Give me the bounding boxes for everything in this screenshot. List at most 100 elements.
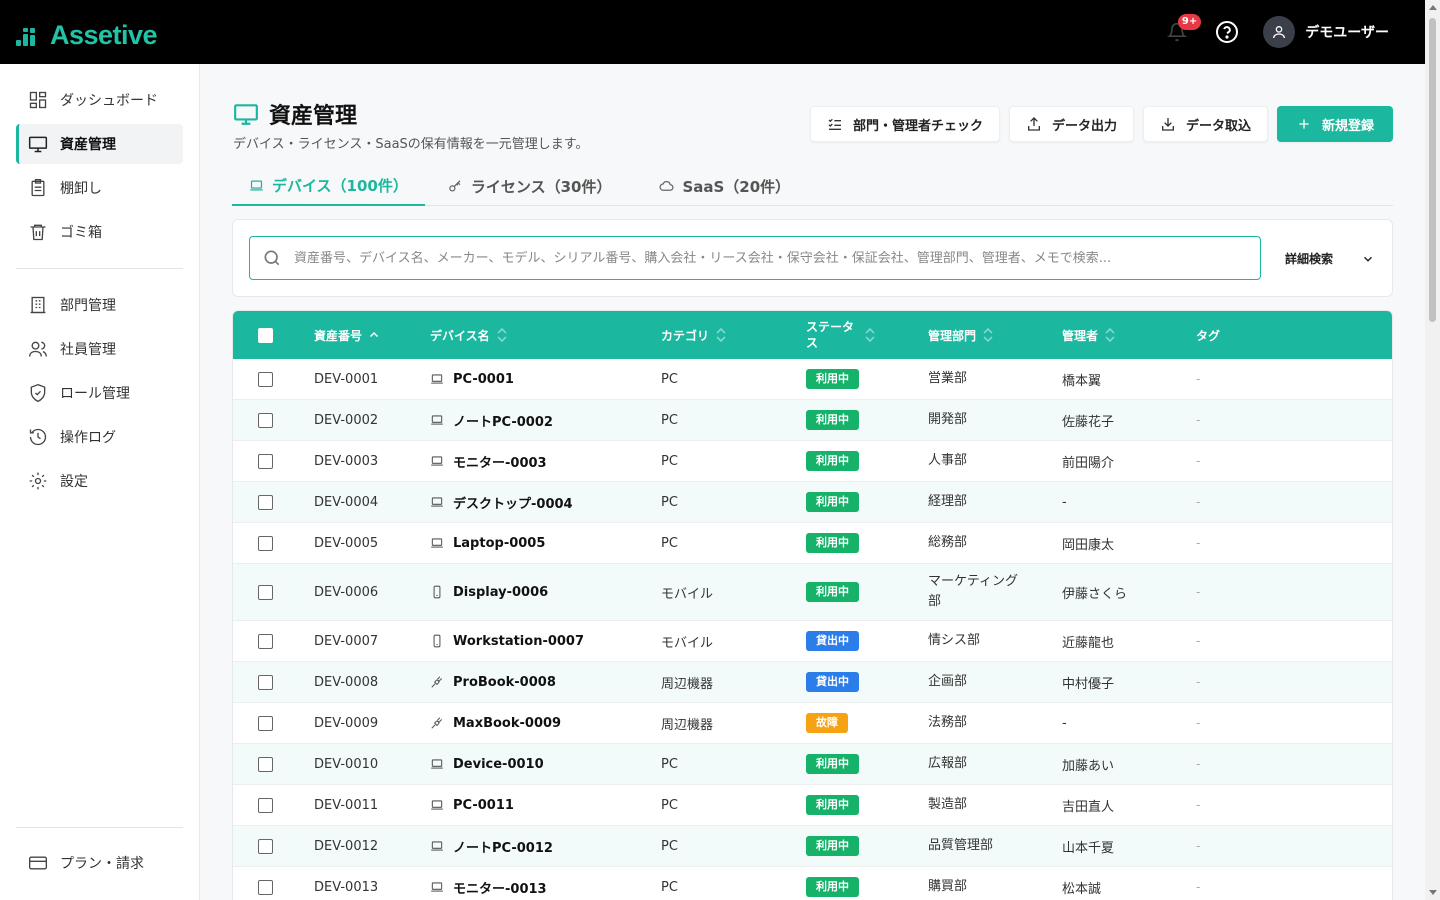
sidebar-item-employees[interactable]: 社員管理 bbox=[16, 329, 183, 369]
col-label: デバイス名 bbox=[430, 328, 490, 343]
category: 周辺機器 bbox=[661, 717, 714, 733]
sidebar-item-billing[interactable]: プラン・請求 bbox=[16, 843, 183, 883]
device-name-link[interactable]: デスクトップ-0004 bbox=[430, 482, 573, 522]
page-scrollbar[interactable] bbox=[1425, 0, 1440, 900]
create-button[interactable]: 新規登録 bbox=[1276, 106, 1393, 142]
table-row[interactable]: DEV-0009 MaxBook-0009 周辺機器 故障 法務部 - - bbox=[233, 703, 1392, 744]
col-status[interactable]: ステータス bbox=[806, 311, 876, 359]
table-row[interactable]: DEV-0006 Display-0006 モバイル 利用中 マーケティング部 伊藤さくら… bbox=[233, 564, 1392, 621]
app-logo[interactable]: Assetive bbox=[16, 20, 158, 51]
device-name-link[interactable]: ProBook-0008 bbox=[430, 662, 556, 702]
advanced-search-toggle[interactable]: 詳細検索 bbox=[1285, 250, 1375, 267]
device-name-link[interactable]: ノートPC-0012 bbox=[430, 826, 553, 866]
row-checkbox[interactable] bbox=[258, 785, 273, 825]
scroll-down-arrow-icon[interactable] bbox=[1429, 890, 1437, 895]
sidebar: ダッシュボード 資産管理 棚卸し ゴミ箱 部門管理 社員管理 ロール管理 操作ロ… bbox=[0, 64, 200, 900]
sidebar-item-logs[interactable]: 操作ログ bbox=[16, 417, 183, 457]
tab-licenses[interactable]: ライセンス（30件） bbox=[431, 166, 629, 206]
checkbox bbox=[258, 879, 273, 895]
manager: 中村優子 bbox=[1062, 676, 1115, 692]
row-checkbox[interactable] bbox=[258, 662, 273, 702]
tags: - bbox=[1196, 634, 1201, 648]
user-menu[interactable]: デモユーザー bbox=[1263, 16, 1389, 48]
laptop-icon bbox=[431, 882, 443, 892]
asset-number: DEV-0010 bbox=[314, 756, 379, 772]
table-row[interactable]: DEV-0003 モニター-0003 PC 利用中 人事部 前田陽介 - bbox=[233, 441, 1392, 482]
tags: - bbox=[1196, 716, 1201, 730]
table-row[interactable]: DEV-0013 モニター-0013 PC 利用中 購買部 松本誠 - bbox=[233, 867, 1392, 900]
table-row[interactable]: DEV-0005 Laptop-0005 PC 利用中 総務部 岡田康太 - bbox=[233, 523, 1392, 564]
department: 開発部 bbox=[928, 412, 968, 427]
sidebar-item-trash[interactable]: ゴミ箱 bbox=[16, 212, 183, 252]
device-name: モニター-0013 bbox=[453, 881, 547, 897]
category: モバイル bbox=[661, 586, 714, 602]
col-asset-no[interactable]: 資産番号 bbox=[314, 311, 380, 359]
checkbox bbox=[258, 633, 273, 649]
sidebar-item-inventory[interactable]: 棚卸し bbox=[16, 168, 183, 208]
device-name-link[interactable]: Laptop-0005 bbox=[430, 523, 545, 563]
scrollbar-thumb[interactable] bbox=[1429, 18, 1436, 322]
table-row[interactable]: DEV-0002 ノートPC-0002 PC 利用中 開発部 佐藤花子 - bbox=[233, 400, 1392, 441]
dept-manager-check-button[interactable]: 部門・管理者チェック bbox=[809, 106, 1000, 142]
device-name-link[interactable]: PC-0011 bbox=[430, 785, 514, 825]
notification-button[interactable]: 9+ bbox=[1163, 14, 1202, 46]
status-badge: 利用中 bbox=[806, 836, 859, 856]
device-name-link[interactable]: Device-0010 bbox=[430, 744, 544, 784]
tab-devices[interactable]: デバイス（100件） bbox=[232, 166, 425, 206]
row-checkbox[interactable] bbox=[258, 564, 273, 620]
table-row[interactable]: DEV-0010 Device-0010 PC 利用中 広報部 加藤あい - bbox=[233, 744, 1392, 785]
help-button[interactable] bbox=[1213, 18, 1241, 46]
table-row[interactable]: DEV-0004 デスクトップ-0004 PC 利用中 経理部 - - bbox=[233, 482, 1392, 523]
row-checkbox[interactable] bbox=[258, 867, 273, 900]
scroll-up-arrow-icon[interactable] bbox=[1429, 5, 1437, 10]
sort-icon bbox=[716, 327, 726, 343]
table-row[interactable]: DEV-0007 Workstation-0007 モバイル 貸出中 情シス部 近藤龍也 - bbox=[233, 621, 1392, 662]
row-checkbox[interactable] bbox=[258, 441, 273, 481]
table-row[interactable]: DEV-0012 ノートPC-0012 PC 利用中 品質管理部 山本千夏 - bbox=[233, 826, 1392, 867]
device-name-link[interactable]: Display-0006 bbox=[430, 564, 548, 620]
device-name-link[interactable]: モニター-0003 bbox=[430, 441, 547, 481]
col-department[interactable]: 管理部門 bbox=[928, 311, 994, 359]
status-cell: 故障 bbox=[806, 703, 848, 743]
device-name: ノートPC-0012 bbox=[453, 840, 553, 856]
sidebar-item-departments[interactable]: 部門管理 bbox=[16, 285, 183, 325]
device-name-link[interactable]: MaxBook-0009 bbox=[430, 703, 561, 743]
device-name-link[interactable]: PC-0001 bbox=[430, 359, 514, 399]
select-all-checkbox[interactable] bbox=[258, 311, 273, 359]
export-button[interactable]: データ出力 bbox=[1008, 106, 1134, 142]
tab-saas[interactable]: SaaS（20件） bbox=[642, 166, 807, 206]
device-name: MaxBook-0009 bbox=[453, 715, 562, 731]
row-checkbox[interactable] bbox=[258, 744, 273, 784]
row-checkbox[interactable] bbox=[258, 482, 273, 522]
table-row[interactable]: DEV-0011 PC-0011 PC 利用中 製造部 吉田直人 - bbox=[233, 785, 1392, 826]
sidebar-item-assets[interactable]: 資産管理 bbox=[16, 124, 183, 164]
laptop-icon bbox=[431, 759, 443, 769]
sidebar-item-settings[interactable]: 設定 bbox=[16, 461, 183, 501]
col-manager[interactable]: 管理者 bbox=[1062, 311, 1116, 359]
import-button[interactable]: データ取込 bbox=[1142, 106, 1268, 142]
row-checkbox[interactable] bbox=[258, 703, 273, 743]
plug-icon bbox=[431, 717, 443, 729]
row-checkbox[interactable] bbox=[258, 621, 273, 661]
table-row[interactable]: DEV-0001 PC-0001 PC 利用中 営業部 橋本翼 - bbox=[233, 359, 1392, 400]
row-checkbox[interactable] bbox=[258, 826, 273, 866]
row-checkbox[interactable] bbox=[258, 359, 273, 399]
sort-asc-icon bbox=[369, 331, 379, 338]
col-device-name[interactable]: デバイス名 bbox=[430, 311, 508, 359]
manager: 伊藤さくら bbox=[1062, 586, 1128, 602]
search-input[interactable] bbox=[294, 250, 1260, 266]
monitor-icon bbox=[28, 136, 48, 153]
help-icon bbox=[1216, 21, 1239, 43]
row-checkbox[interactable] bbox=[258, 400, 273, 440]
table-row[interactable]: DEV-0008 ProBook-0008 周辺機器 貸出中 企画部 中村優子 - bbox=[233, 662, 1392, 703]
device-name-link[interactable]: Workstation-0007 bbox=[430, 621, 584, 661]
row-checkbox[interactable] bbox=[258, 523, 273, 563]
checkbox bbox=[258, 756, 273, 772]
sidebar-item-roles[interactable]: ロール管理 bbox=[16, 373, 183, 413]
tags: - bbox=[1196, 495, 1201, 509]
device-name-link[interactable]: ノートPC-0002 bbox=[430, 400, 553, 440]
col-category[interactable]: カテゴリ bbox=[661, 311, 727, 359]
checkbox bbox=[258, 371, 273, 387]
device-name-link[interactable]: モニター-0013 bbox=[430, 867, 547, 900]
sidebar-item-dashboard[interactable]: ダッシュボード bbox=[16, 80, 183, 120]
